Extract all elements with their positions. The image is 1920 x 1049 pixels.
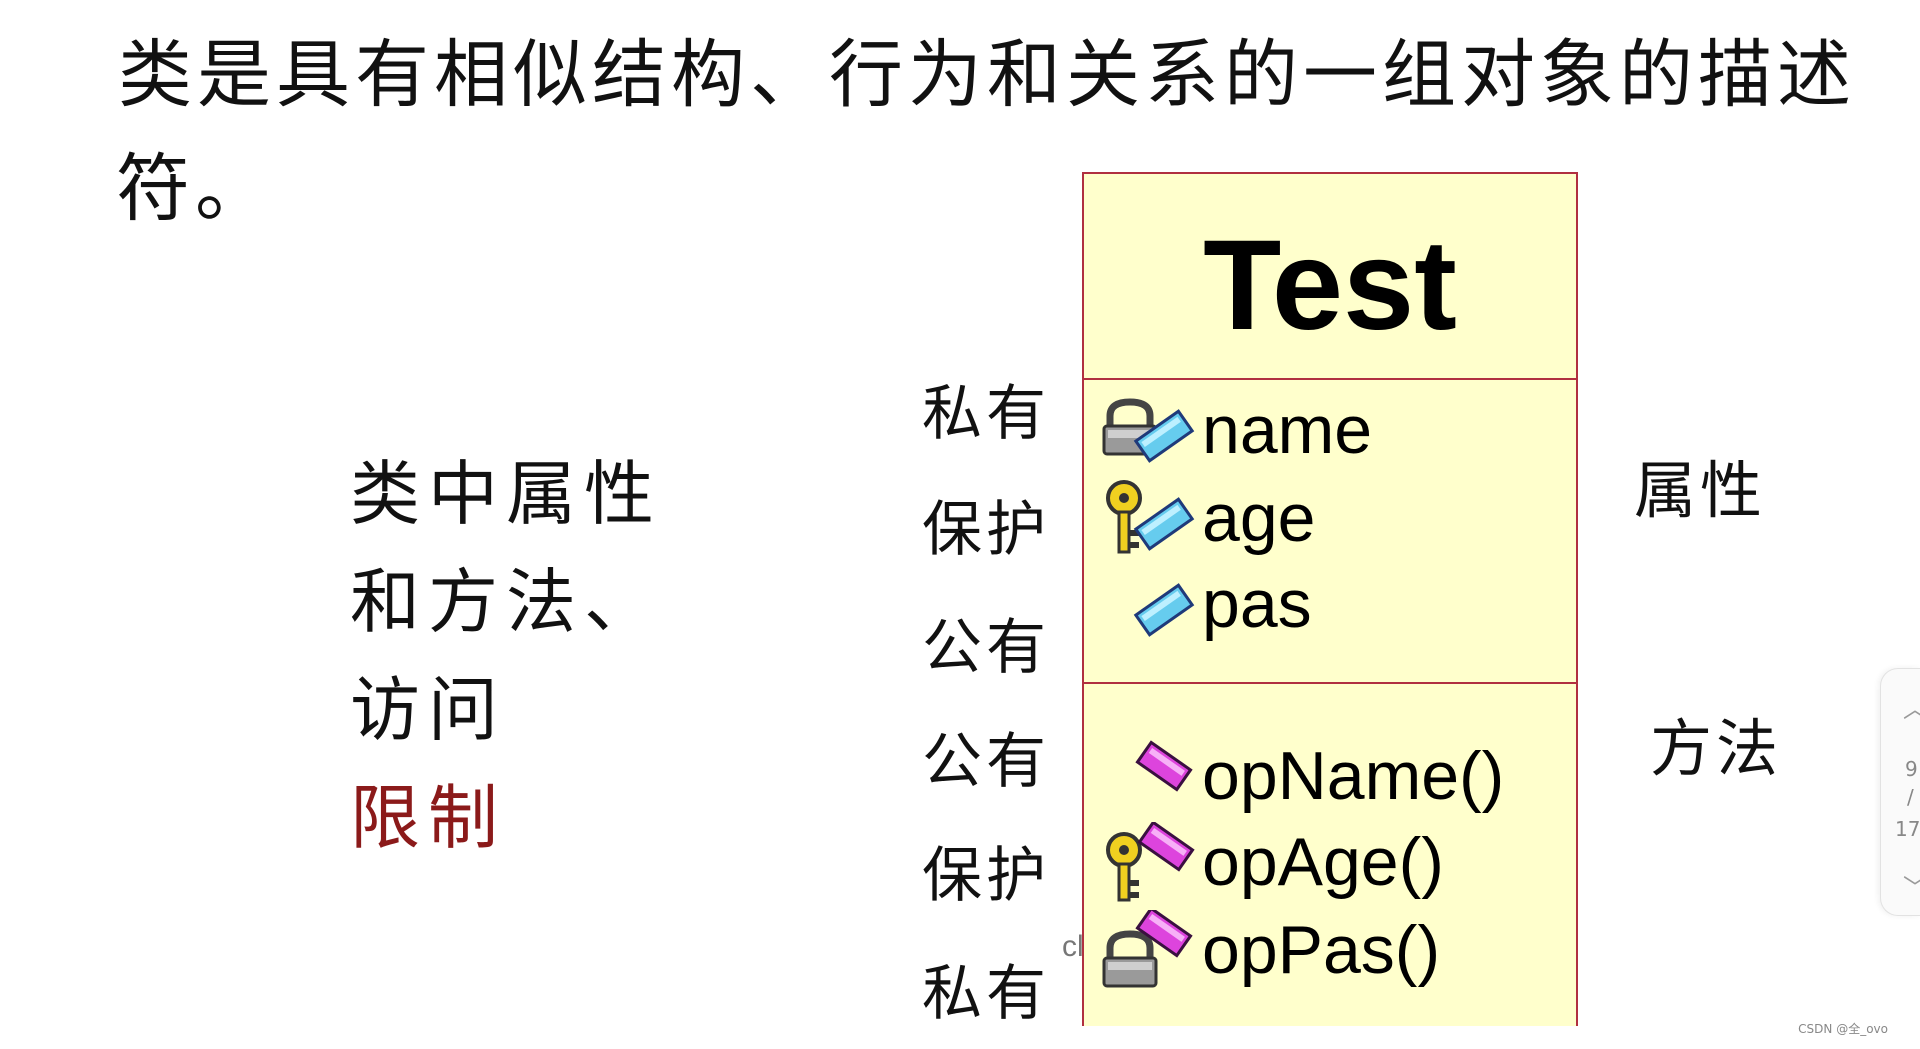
access-label-public-attr: 公有 bbox=[922, 613, 1050, 683]
uml-attribute: pas bbox=[1102, 564, 1312, 644]
lock-icon bbox=[1102, 390, 1202, 470]
truncated-text-fragment: cl bbox=[1062, 930, 1084, 963]
attribute-name: pas bbox=[1202, 566, 1312, 642]
access-label-private-attr: 私有 bbox=[922, 379, 1050, 449]
chevron-up-icon[interactable]: ︿ bbox=[1903, 689, 1920, 724]
watermark: CSDN @全_ovo bbox=[1798, 1022, 1888, 1036]
description-highlight: 限制 bbox=[350, 777, 506, 859]
key-icon bbox=[1102, 478, 1202, 558]
operation-name: opAge() bbox=[1202, 824, 1444, 900]
attributes-label: 属性 bbox=[1634, 454, 1767, 527]
page-scroll-widget[interactable]: ︿ 9 / 17 ﹀ bbox=[1880, 668, 1920, 916]
uml-operation: opAge() bbox=[1102, 822, 1444, 902]
description-block: 类中属性 和方法、 访问 限制 bbox=[350, 440, 662, 872]
access-label-public-op: 公有 bbox=[922, 727, 1050, 797]
methods-label: 方法 bbox=[1650, 712, 1783, 785]
uml-attribute: age bbox=[1102, 478, 1315, 558]
description-line: 类中属性 bbox=[350, 453, 662, 535]
access-label-protected-attr: 保护 bbox=[922, 495, 1050, 565]
heading-line-1: 类是具有相似结构、行为和关系的一组对象的描述 bbox=[118, 32, 1856, 118]
uml-divider-attributes bbox=[1084, 682, 1576, 684]
uml-operation: opName() bbox=[1102, 736, 1504, 816]
uml-class-name: Test bbox=[1203, 213, 1457, 357]
uml-operation: opPas() bbox=[1102, 910, 1440, 990]
description-line: 和方法、 bbox=[350, 561, 662, 643]
lock-icon bbox=[1102, 910, 1202, 990]
attribute-name: name bbox=[1202, 392, 1373, 468]
uml-divider-name bbox=[1084, 378, 1576, 380]
uml-attribute: name bbox=[1102, 390, 1372, 470]
page-total: 17 bbox=[1895, 817, 1920, 841]
attribute-name: age bbox=[1202, 480, 1316, 556]
uml-class-box: Test name age pas opName() opAge() opPas… bbox=[1082, 172, 1578, 1026]
access-label-protected-op: 保护 bbox=[922, 841, 1050, 911]
page-current: 9 bbox=[1905, 757, 1918, 781]
chevron-down-icon[interactable]: ﹀ bbox=[1903, 868, 1920, 903]
operation-icon bbox=[1102, 736, 1202, 816]
key-icon bbox=[1102, 822, 1202, 902]
heading-line-2: 符。 bbox=[116, 146, 274, 232]
page-separator: / bbox=[1907, 785, 1914, 809]
attribute-icon bbox=[1102, 564, 1202, 644]
access-label-private-op: 私有 bbox=[922, 959, 1050, 1029]
operation-name: opName() bbox=[1202, 738, 1505, 814]
operation-name: opPas() bbox=[1202, 912, 1441, 988]
description-line: 访问 bbox=[350, 669, 506, 751]
